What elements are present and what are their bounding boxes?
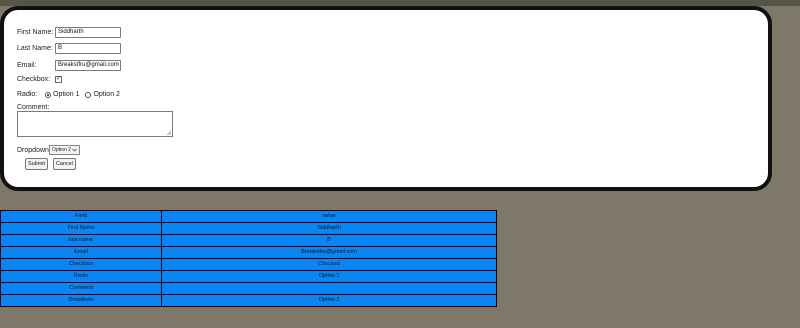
results-table: Field value First Name Siddharth last na… — [0, 210, 497, 307]
cancel-button[interactable]: Cancel — [53, 158, 76, 170]
value-cell: B — [161, 234, 497, 247]
email-label: Email: — [17, 62, 37, 69]
field-cell: Dropdown — [0, 294, 162, 307]
email-input[interactable]: Breakstfru@gmail.com — [55, 60, 121, 71]
last-name-input[interactable]: B — [55, 43, 121, 54]
field-cell: Email — [0, 246, 162, 259]
radio-option1-label: Option 1 — [53, 91, 80, 98]
table-header-row: Field value — [0, 210, 497, 223]
checkbox-row: Checkbox: ✓ — [17, 76, 63, 83]
comment-textarea[interactable] — [17, 111, 173, 137]
dropdown-select[interactable]: Option 2 — [49, 145, 80, 155]
last-name-label: Last Name: — [17, 45, 53, 52]
comment-label: Comment: — [17, 104, 50, 111]
field-cell: Checkbox — [0, 258, 162, 271]
table-row: First Name Siddharth — [0, 222, 497, 235]
header-value-cell: value — [161, 210, 497, 223]
value-cell: Siddharth — [161, 222, 497, 235]
field-cell: Radio — [0, 270, 162, 283]
value-cell: Checked — [161, 258, 497, 271]
value-cell: Breakstfru@gmail.com — [161, 246, 497, 259]
value-cell: Option 2 — [161, 294, 497, 307]
resize-handle-icon[interactable] — [166, 130, 172, 136]
radio-option2-label: Option 2 — [93, 91, 120, 98]
field-cell: last name — [0, 234, 162, 247]
first-name-label: First Name: — [17, 29, 54, 36]
table-row: Email Breakstfru@gmail.com — [0, 246, 497, 259]
dropdown-label: Dropdown: — [17, 146, 51, 154]
last-name-row: Last Name: B — [17, 43, 121, 54]
header-field-cell: Field — [0, 210, 162, 223]
radio-option2-button[interactable] — [85, 91, 92, 98]
value-cell — [161, 282, 497, 295]
radio-row: Radio: Option 1 Option 2 — [17, 91, 120, 98]
first-name-input[interactable]: Siddharth — [55, 27, 121, 38]
table-row: Radio Option 1 — [0, 270, 497, 283]
chevron-down-icon — [72, 148, 77, 152]
email-row: Email: Breakstfru@gmail.com — [17, 60, 121, 71]
field-cell: First Name — [0, 222, 162, 235]
submit-button[interactable]: Submit — [25, 158, 48, 170]
field-cell: Comment — [0, 282, 162, 295]
value-cell: Option 1 — [161, 270, 497, 283]
checkbox-input[interactable]: ✓ — [55, 76, 63, 83]
dropdown-row: Dropdown: Option 2 — [17, 145, 80, 155]
radio-label: Radio: — [17, 91, 38, 98]
comment-label-row: Comment: — [17, 104, 49, 111]
radio-option1-button[interactable] — [45, 91, 51, 98]
checkbox-label: Checkbox: — [17, 76, 51, 83]
table-row: Comment — [0, 282, 497, 295]
table-row: Checkbox Checked — [0, 258, 497, 271]
first-name-row: First Name: Siddharth — [17, 27, 121, 38]
table-row: Dropdown Option 2 — [0, 294, 497, 307]
table-row: last name B — [0, 234, 497, 247]
dropdown-value: Option 2 — [52, 147, 71, 153]
